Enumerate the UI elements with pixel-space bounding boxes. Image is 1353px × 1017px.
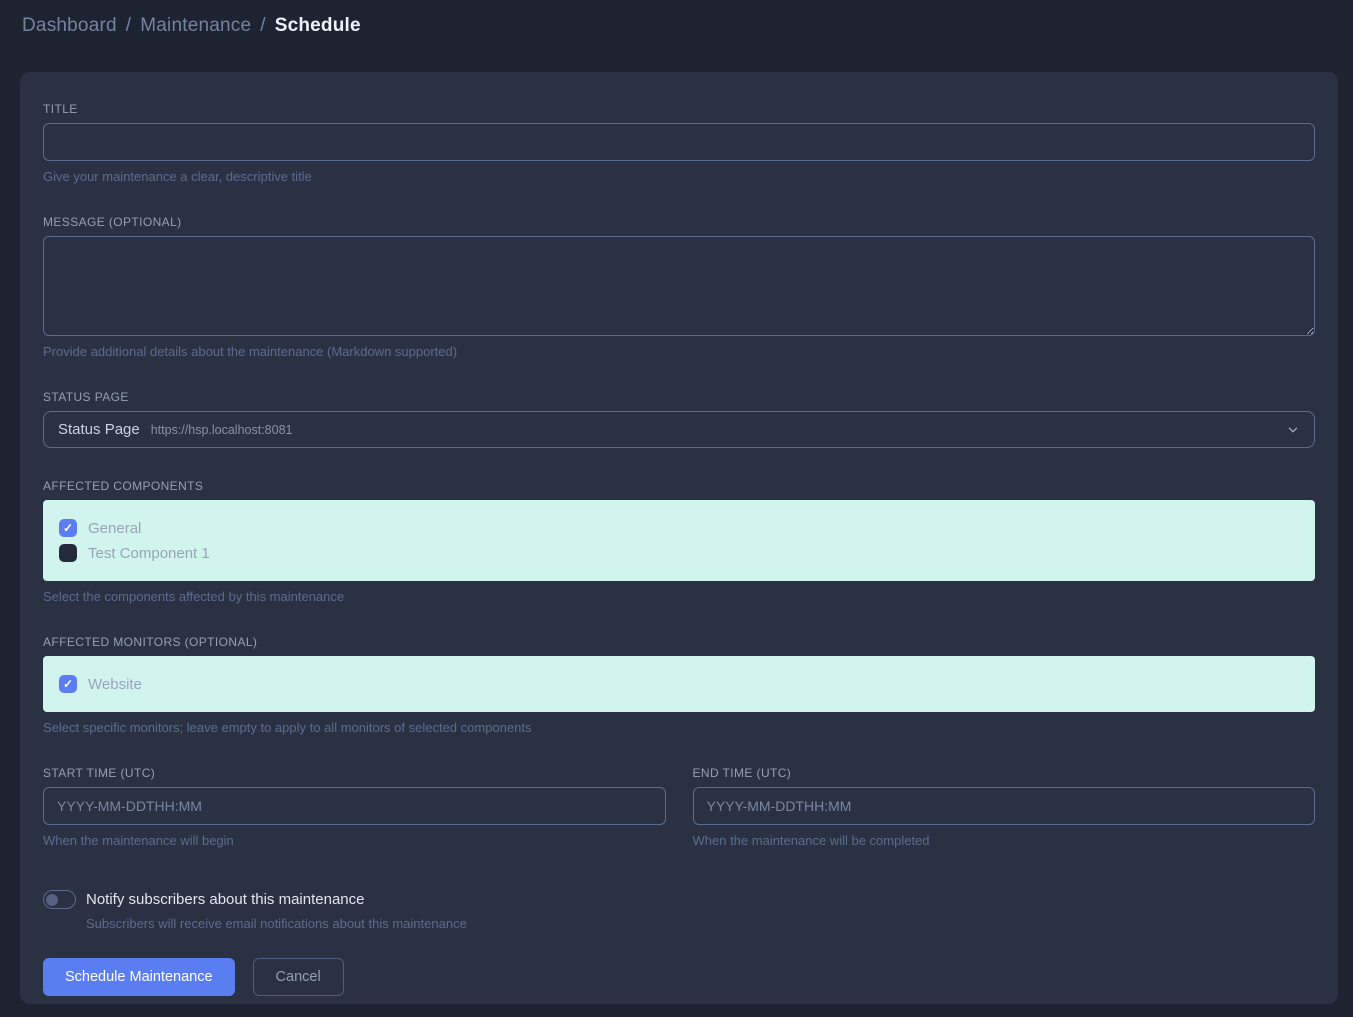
cancel-button[interactable]: Cancel [253,958,344,996]
end-time-label: END TIME (UTC) [693,766,1316,780]
component-option-test-component-1[interactable]: ✓ Test Component 1 [59,544,1299,562]
breadcrumb-current-schedule: Schedule [275,15,361,37]
component-option-label: General [88,520,141,537]
start-time-field-group: START TIME (UTC) When the maintenance wi… [43,766,666,848]
breadcrumb-dashboard[interactable]: Dashboard [22,15,117,37]
title-field-group: TITLE Give your maintenance a clear, des… [43,102,1315,184]
affected-components-panel: ✓ General ✓ Test Component 1 [43,500,1315,581]
start-time-helper: When the maintenance will begin [43,833,666,848]
affected-components-label: AFFECTED COMPONENTS [43,479,1315,493]
breadcrumb-maintenance[interactable]: Maintenance [140,15,251,37]
checkmark-icon: ✓ [63,678,73,690]
status-page-label: STATUS PAGE [43,390,1315,404]
breadcrumb-separator: / [260,15,265,37]
start-time-input[interactable] [43,787,666,825]
breadcrumb: Dashboard / Maintenance / Schedule [22,15,361,37]
form-actions: Schedule Maintenance Cancel [43,958,1315,996]
checkbox-general[interactable]: ✓ [59,519,77,537]
checkmark-icon: ✓ [63,522,73,534]
message-label: MESSAGE (OPTIONAL) [43,215,1315,229]
schedule-maintenance-button[interactable]: Schedule Maintenance [43,958,235,996]
affected-monitors-label: AFFECTED MONITORS (OPTIONAL) [43,635,1315,649]
affected-components-group: AFFECTED COMPONENTS ✓ General ✓ Test Com… [43,479,1315,604]
affected-monitors-panel: ✓ Website [43,656,1315,712]
affected-components-helper: Select the components affected by this m… [43,589,1315,604]
end-time-helper: When the maintenance will be completed [693,833,1316,848]
end-time-field-group: END TIME (UTC) When the maintenance will… [693,766,1316,848]
message-textarea[interactable] [43,236,1315,336]
component-option-general[interactable]: ✓ General [59,519,1299,537]
affected-monitors-group: AFFECTED MONITORS (OPTIONAL) ✓ Website S… [43,635,1315,735]
title-label: TITLE [43,102,1315,116]
checkbox-test-component-1[interactable]: ✓ [59,544,77,562]
notify-subscribers-label: Notify subscribers about this maintenanc… [86,891,364,908]
monitor-option-website[interactable]: ✓ Website [59,675,1299,693]
checkbox-website[interactable]: ✓ [59,675,77,693]
status-page-selected-url: https://hsp.localhost:8081 [151,423,293,437]
notify-subscribers-toggle[interactable] [43,890,76,909]
breadcrumb-separator: / [126,15,131,37]
end-time-input[interactable] [693,787,1316,825]
notify-subscribers-helper: Subscribers will receive email notificat… [86,916,1315,931]
notify-subscribers-row: Notify subscribers about this maintenanc… [43,890,1315,909]
component-option-label: Test Component 1 [88,545,210,562]
monitor-option-label: Website [88,676,142,693]
notify-subscribers-group: Notify subscribers about this maintenanc… [43,890,1315,931]
affected-monitors-helper: Select specific monitors; leave empty to… [43,720,1315,735]
title-helper-text: Give your maintenance a clear, descripti… [43,169,1315,184]
message-helper-text: Provide additional details about the mai… [43,344,1315,359]
status-page-field-group: STATUS PAGE Status Page https://hsp.loca… [43,390,1315,448]
start-time-label: START TIME (UTC) [43,766,666,780]
top-header: Dashboard / Maintenance / Schedule [0,0,1353,52]
toggle-knob [46,894,58,906]
schedule-maintenance-form-card: TITLE Give your maintenance a clear, des… [20,72,1338,1004]
chevron-down-icon [1286,423,1300,437]
title-input[interactable] [43,123,1315,161]
message-field-group: MESSAGE (OPTIONAL) Provide additional de… [43,215,1315,359]
status-page-select[interactable]: Status Page https://hsp.localhost:8081 [43,411,1315,448]
status-page-selected-name: Status Page [58,421,140,438]
time-fields-row: START TIME (UTC) When the maintenance wi… [43,766,1315,848]
